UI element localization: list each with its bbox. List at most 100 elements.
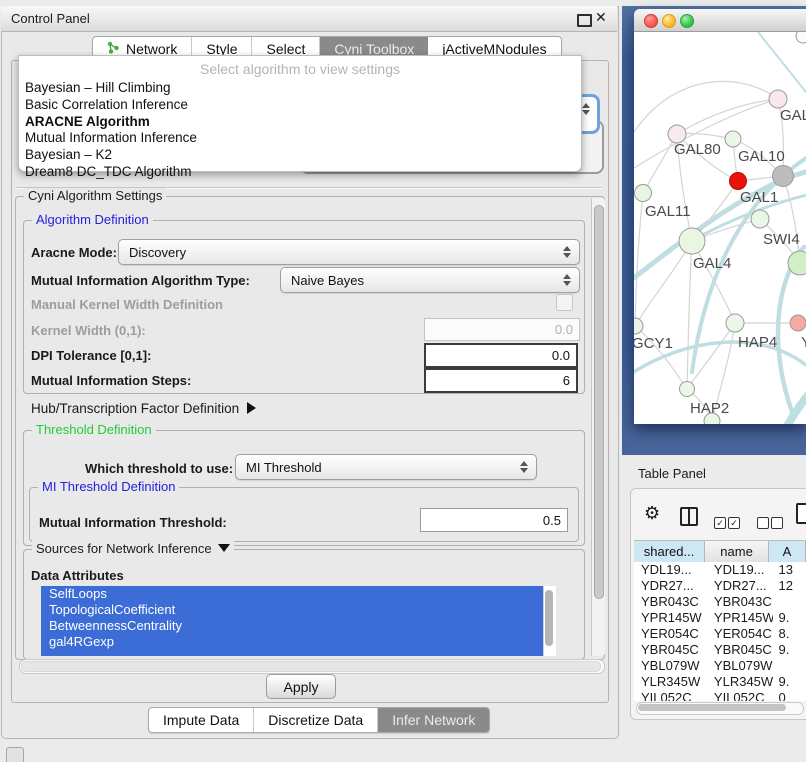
combobox-stepper-icon xyxy=(562,274,571,286)
network-edges-gray xyxy=(634,81,800,421)
float-panel-icon[interactable] xyxy=(577,14,592,27)
table-settings-gear-icon[interactable]: ⚙ xyxy=(644,503,660,524)
network-window-titlebar[interactable] xyxy=(634,9,806,32)
close-panel-icon[interactable]: ✕ xyxy=(595,9,607,26)
table-cell: YIL052C xyxy=(707,690,773,701)
column-header-partial[interactable]: A xyxy=(769,541,806,563)
algorithm-option[interactable]: Bayesian – Hill Climbing xyxy=(19,80,581,97)
algorithm-option[interactable]: Mutual Information Inference xyxy=(19,130,581,147)
table-cell: YBR045C xyxy=(634,642,707,658)
algorithm-option[interactable]: Basic Correlation Inference xyxy=(19,97,581,114)
table-cell: YDR27... xyxy=(634,578,707,594)
network-node-hap4[interactable] xyxy=(726,314,744,332)
mi-algorithm-type-combobox[interactable]: Naive Bayes xyxy=(280,267,580,293)
table-row[interactable]: YBR043CYBR043C xyxy=(634,594,806,610)
network-node-gal4[interactable] xyxy=(679,228,705,254)
node-label: GCY1 xyxy=(634,335,673,352)
network-canvas[interactable]: GALGAL80GAL10GAL1GAL11SWI4GAL4GCY1HAP4YH… xyxy=(634,32,806,424)
control-panel-header xyxy=(1,6,617,32)
network-node-swi4[interactable] xyxy=(751,210,769,228)
deselect-all-checkbox-icon[interactable] xyxy=(757,517,769,529)
node-label: GAL80 xyxy=(674,141,721,158)
attribute-list-item[interactable]: BetweennessCentrality xyxy=(41,618,554,634)
mi-steps-field[interactable] xyxy=(424,368,578,393)
attribute-list-item[interactable]: TopologicalCoefficient xyxy=(41,602,554,618)
attribute-list-item[interactable]: SelfLoops xyxy=(41,586,554,602)
network-node-hap2[interactable] xyxy=(680,382,695,397)
tab-discretize-data[interactable]: Discretize Data xyxy=(254,708,378,732)
network-node-y[interactable] xyxy=(790,315,806,331)
document-icon[interactable] xyxy=(796,503,806,524)
table-row[interactable]: YER054CYER054C8. xyxy=(634,626,806,642)
data-attributes-list[interactable]: SelfLoopsTopologicalCoefficientBetweenne… xyxy=(41,586,554,656)
algorithm-option[interactable]: Dream8 DC_TDC Algorithm xyxy=(19,164,581,181)
kernel-width-field[interactable] xyxy=(424,318,580,341)
table-cell xyxy=(773,658,806,674)
node-label: GAL1 xyxy=(740,189,778,206)
network-node[interactable] xyxy=(704,413,720,424)
table-body[interactable]: YDL19...YDL19...13YDR27...YDR27...12YBR0… xyxy=(634,562,806,701)
hub-definition-expander[interactable]: Hub/Transcription Factor Definition xyxy=(31,401,256,416)
node-label: GAL4 xyxy=(693,255,731,272)
aracne-mode-combobox[interactable]: Discovery xyxy=(118,239,580,265)
network-node[interactable] xyxy=(773,166,794,187)
table-cell: 9. xyxy=(773,674,806,690)
node-label: GAL11 xyxy=(645,203,691,220)
close-window-icon[interactable] xyxy=(644,14,658,28)
sources-group-title[interactable]: Sources for Network Inference xyxy=(32,541,234,556)
network-node-gal1[interactable] xyxy=(730,173,747,190)
control-panel-title: Control Panel xyxy=(11,11,90,26)
algorithm-definition-title: Algorithm Definition xyxy=(32,212,153,227)
mi-threshold-field[interactable] xyxy=(420,508,568,532)
which-threshold-combobox[interactable]: MI Threshold xyxy=(235,454,537,480)
which-threshold-label: Which threshold to use: xyxy=(85,461,233,476)
table-hscrollbar-thumb[interactable] xyxy=(638,704,786,711)
tab-impute-data[interactable]: Impute Data xyxy=(149,708,254,732)
settings-scrollbar-thumb[interactable] xyxy=(594,205,604,599)
horizontal-scrollbar-thumb[interactable] xyxy=(21,661,601,672)
table-cell: 8. xyxy=(773,626,806,642)
table-row[interactable]: YDL19...YDL19...13 xyxy=(634,562,806,578)
table-cell: 9. xyxy=(773,642,806,658)
zoom-window-icon[interactable] xyxy=(680,14,694,28)
dpi-tolerance-field[interactable] xyxy=(424,343,578,368)
table-row[interactable]: YLR345WYLR345W9. xyxy=(634,674,806,690)
network-node[interactable] xyxy=(796,32,806,43)
table-cell: YBR043C xyxy=(707,594,773,610)
table-row[interactable]: YBR045CYBR045C9. xyxy=(634,642,806,658)
attribute-list-item[interactable]: gal4RGexp xyxy=(41,634,554,650)
attributes-scrollbar-thumb[interactable] xyxy=(545,590,553,646)
table-cell: 12 xyxy=(773,578,806,594)
manual-kernel-width-checkbox[interactable] xyxy=(556,294,573,311)
table-row[interactable]: YDR27...YDR27...12 xyxy=(634,578,806,594)
apply-button[interactable]: Apply xyxy=(266,674,336,699)
table-cell: YER054C xyxy=(634,626,707,642)
mi-threshold-definition-title: MI Threshold Definition xyxy=(38,479,179,494)
table-row[interactable]: YBL079WYBL079W xyxy=(634,658,806,674)
split-column-icon[interactable] xyxy=(680,507,698,526)
combobox-stepper-icon xyxy=(562,246,571,258)
column-header-shared-name[interactable]: shared... xyxy=(634,541,705,563)
tab-infer-network[interactable]: Infer Network xyxy=(378,708,489,732)
select-all-checkbox-icon[interactable]: ✓ xyxy=(714,517,726,529)
table-row[interactable]: YIL052CYIL052C0 xyxy=(634,690,806,701)
network-node-gal10[interactable] xyxy=(725,131,741,147)
table-row[interactable]: YPR145WYPR145W9. xyxy=(634,610,806,626)
table-cell: YBL079W xyxy=(707,658,773,674)
node-label: SWI4 xyxy=(763,231,800,248)
network-node-gal[interactable] xyxy=(769,90,787,108)
minimized-panel-icon[interactable] xyxy=(6,747,24,762)
minimize-window-icon[interactable] xyxy=(662,14,676,28)
network-node-gal11[interactable] xyxy=(635,185,652,202)
threshold-definition-title: Threshold Definition xyxy=(32,422,156,437)
table-cell: YDL19... xyxy=(707,562,773,578)
algorithm-option[interactable]: ARACNE Algorithm xyxy=(19,114,581,131)
select-all-checkbox-icon[interactable]: ✓ xyxy=(728,517,740,529)
table-cell: YPR145W xyxy=(707,610,773,626)
node-label: HAP4 xyxy=(738,334,777,351)
column-header-name[interactable]: name xyxy=(705,541,769,563)
algorithm-option[interactable]: Bayesian – K2 xyxy=(19,147,581,164)
table-cell: YLR345W xyxy=(707,674,773,690)
deselect-all-checkbox-icon[interactable] xyxy=(771,517,783,529)
algorithm-option-list: Bayesian – Hill ClimbingBasic Correlatio… xyxy=(19,80,581,181)
